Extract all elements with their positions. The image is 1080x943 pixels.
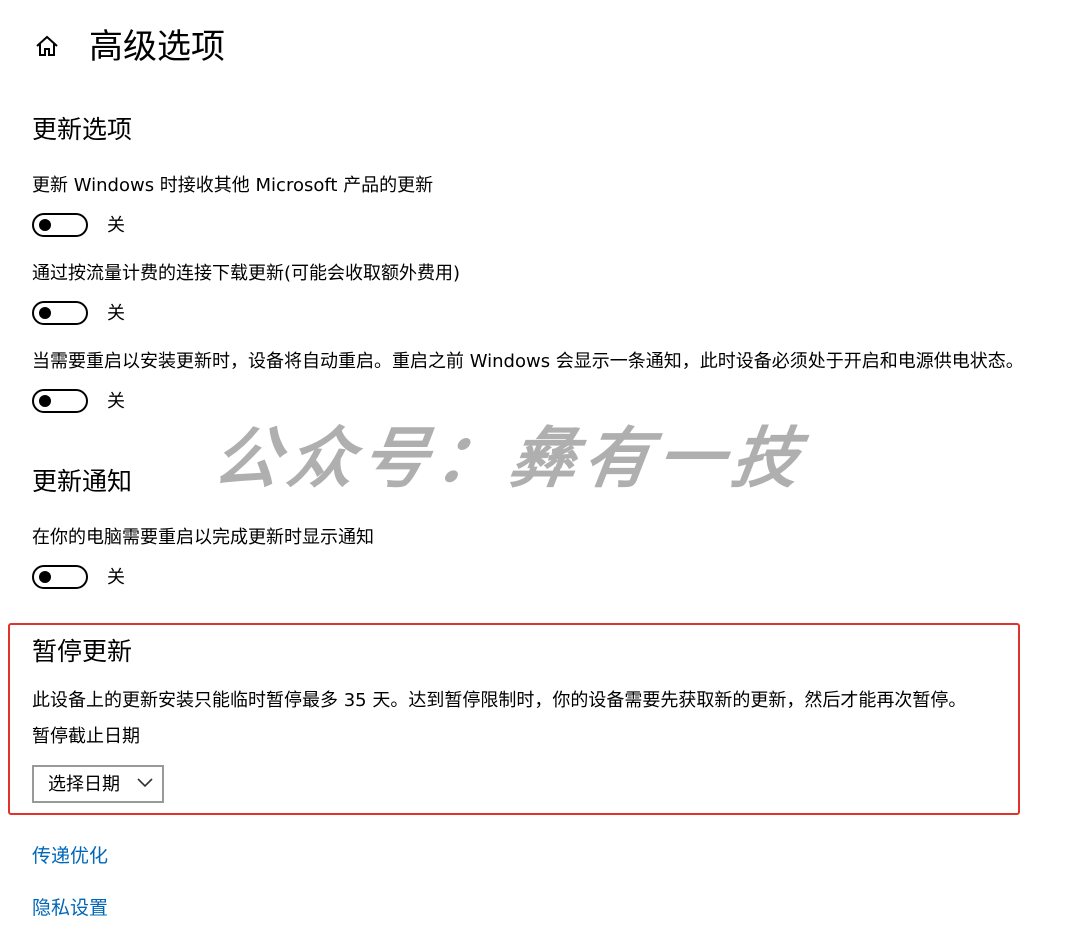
link-delivery-optimization[interactable]: 传递优化 (32, 842, 108, 870)
toggle-state-label: 关 (107, 391, 125, 412)
toggle-restart-notification[interactable] (32, 565, 88, 589)
home-icon[interactable] (34, 33, 60, 59)
option-label-other-products: 更新 Windows 时接收其他 Microsoft 产品的更新 (32, 175, 434, 196)
chevron-down-icon (137, 778, 153, 788)
toggle-state-label: 关 (107, 303, 125, 324)
link-privacy-settings[interactable]: 隐私设置 (32, 894, 108, 922)
pause-date-label: 暂停截止日期 (32, 726, 140, 747)
dropdown-value: 选择日期 (48, 774, 120, 795)
watermark: 公众号：彝有一技 (208, 419, 812, 497)
page-title: 高级选项 (89, 27, 225, 67)
toggle-state-label: 关 (107, 567, 125, 588)
pause-date-dropdown[interactable]: 选择日期 (32, 765, 164, 803)
toggle-knob (39, 571, 51, 583)
section-title-pause-updates: 暂停更新 (32, 637, 133, 666)
toggle-knob (39, 395, 51, 407)
toggle-auto-restart[interactable] (32, 389, 88, 413)
toggle-state-label: 关 (107, 215, 125, 236)
toggle-knob (39, 307, 51, 319)
option-label-metered-connection: 通过按流量计费的连接下载更新(可能会收取额外费用) (32, 263, 461, 284)
toggle-knob (39, 219, 51, 231)
section-title-update-options: 更新选项 (32, 115, 133, 144)
option-label-auto-restart: 当需要重启以安装更新时，设备将自动重启。重启之前 Windows 会显示一条通知… (32, 351, 1024, 372)
section-title-update-notifications: 更新通知 (32, 467, 133, 496)
option-label-restart-notification: 在你的电脑需要重启以完成更新时显示通知 (32, 527, 374, 548)
pause-description: 此设备上的更新安装只能临时暂停最多 35 天。达到暂停限制时，你的设备需要先获取… (32, 690, 967, 711)
toggle-other-products[interactable] (32, 213, 88, 237)
toggle-metered-connection[interactable] (32, 301, 88, 325)
